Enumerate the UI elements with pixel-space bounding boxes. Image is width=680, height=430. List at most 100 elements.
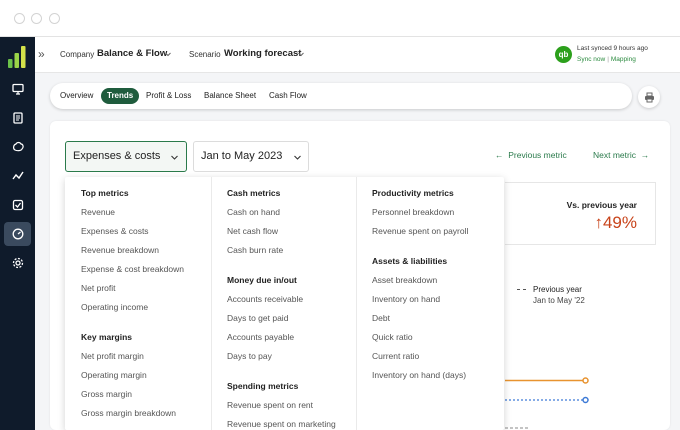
window-maximize-dot[interactable] [49,13,60,24]
menu-item-days-to-get-paid[interactable]: Days to get paid [227,313,288,323]
sidebar-item-insights[interactable] [4,135,31,159]
mapping-link[interactable]: Mapping [611,56,636,63]
menu-item-revenue[interactable]: Revenue [81,207,115,217]
brain-icon [12,141,24,152]
trend-chart [505,377,589,429]
company-label: Company [60,50,95,59]
chevron-down-icon[interactable] [164,50,172,58]
previous-series-point[interactable] [582,396,589,404]
sidebar-item-tasks[interactable] [4,193,31,217]
menu-item-accounts-payable[interactable]: Accounts payable [227,332,294,342]
previous-metric-label: Previous metric [508,150,567,160]
trend-line-icon [11,171,24,180]
comparison-percent: 49% [602,213,637,232]
next-metric-label: Next metric [593,150,636,160]
menu-item-inventory-on-hand-days[interactable]: Inventory on hand (days) [372,370,466,380]
sync-status: Last synced 9 hours ago [577,45,648,52]
sidebar-item-metrics[interactable] [4,222,31,246]
sidebar-item-dashboard[interactable] [4,77,31,101]
menu-item-current-ratio[interactable]: Current ratio [372,351,419,361]
top-bar: » Company Balance & Flow Scenario Workin… [35,37,680,73]
tab-profit-loss[interactable]: Profit & Loss [140,88,197,104]
comparison-value: ↑49% [594,213,637,233]
sidebar-item-trends[interactable] [4,164,31,188]
expand-sidebar-icon[interactable]: » [38,47,45,61]
date-range-dropdown[interactable]: Jan to May 2023 [193,141,309,172]
sidebar-item-settings[interactable] [4,251,31,275]
document-icon [12,112,23,124]
menu-item-net-profit-margin[interactable]: Net profit margin [81,351,144,361]
menu-heading-key-margins: Key margins [81,332,133,342]
tab-trends[interactable]: Trends [101,88,140,104]
menu-column-2: Cash metrics Cash on hand Net cash flow … [211,177,356,430]
date-range-value: Jan to May 2023 [201,150,283,162]
menu-heading-spending-metrics: Spending metrics [227,381,299,391]
tab-bar: Overview Trends Profit & Loss Balance Sh… [50,83,632,109]
sidebar-item-reports[interactable] [4,106,31,130]
menu-item-quick-ratio[interactable]: Quick ratio [372,332,413,342]
menu-item-operating-income[interactable]: Operating income [81,302,148,312]
current-series-point[interactable] [582,377,589,384]
chevron-down-icon [171,155,178,160]
tab-overview[interactable]: Overview [54,88,99,104]
company-selector[interactable]: Balance & Flow [97,48,167,59]
menu-item-cash-on-hand[interactable]: Cash on hand [227,207,280,217]
metric-dropdown[interactable]: Expenses & costs [65,141,187,172]
menu-heading-assets-liabilities: Assets & liabilities [372,256,448,266]
menu-item-expense-cost-breakdown[interactable]: Expense & cost breakdown [81,264,184,274]
menu-item-revenue-spent-on-marketing[interactable]: Revenue spent on marketing [227,419,336,429]
legend-previous-year: Previous year [533,285,582,294]
gear-icon [12,257,23,269]
menu-heading-productivity-metrics: Productivity metrics [372,188,454,198]
gauge-icon [12,228,23,240]
legend-previous-range: Jan to May '22 [533,296,585,305]
menu-heading-top-metrics: Top metrics [81,188,129,198]
arrow-up-icon: ↑ [594,213,603,232]
scenario-selector[interactable]: Working forecast [224,48,301,59]
menu-item-net-cash-flow[interactable]: Net cash flow [227,226,278,236]
window-close-dot[interactable] [14,13,25,24]
tab-cash-flow[interactable]: Cash Flow [263,88,313,104]
chevron-down-icon [294,155,301,160]
menu-heading-money-due: Money due in/out [227,275,297,285]
menu-item-asset-breakdown[interactable]: Asset breakdown [372,275,437,285]
menu-item-debt[interactable]: Debt [372,313,390,323]
legend-dashed-line [517,289,526,291]
window-minimize-dot[interactable] [31,13,42,24]
menu-item-expenses-costs[interactable]: Expenses & costs [81,226,149,236]
menu-item-gross-margin-breakdown[interactable]: Gross margin breakdown [81,408,176,418]
checkbox-icon [12,199,23,211]
menu-item-accounts-receivable[interactable]: Accounts receivable [227,294,303,304]
window-titlebar [0,0,680,37]
menu-item-cash-burn-rate[interactable]: Cash burn rate [227,245,283,255]
menu-item-days-to-pay[interactable]: Days to pay [227,351,272,361]
menu-heading-cash-metrics: Cash metrics [227,188,281,198]
link-separator: | [607,56,609,63]
menu-item-revenue-spent-on-rent[interactable]: Revenue spent on rent [227,400,313,410]
app-logo-icon[interactable] [6,45,28,69]
monitor-icon [11,83,24,95]
menu-item-inventory-on-hand[interactable]: Inventory on hand [372,294,440,304]
arrow-left-icon: ← [495,150,504,160]
sync-now-link[interactable]: Sync now [577,56,605,63]
previous-metric-link[interactable]: ← Previous metric [495,150,567,160]
print-button[interactable] [638,86,660,108]
menu-item-personnel-breakdown[interactable]: Personnel breakdown [372,207,454,217]
quickbooks-logo-icon: qb [555,46,572,63]
menu-item-revenue-breakdown[interactable]: Revenue breakdown [81,245,159,255]
tab-balance-sheet[interactable]: Balance Sheet [198,88,262,104]
menu-column-3: Productivity metrics Personnel breakdown… [356,177,504,430]
sync-links: Sync now | Mapping [577,56,636,63]
menu-column-1: Top metrics Revenue Expenses & costs Rev… [65,177,211,430]
printer-icon [644,92,654,102]
menu-item-operating-margin[interactable]: Operating margin [81,370,147,380]
chevron-down-icon[interactable] [297,50,305,58]
menu-item-net-profit[interactable]: Net profit [81,283,116,293]
arrow-right-icon: → [640,150,650,160]
menu-item-gross-margin[interactable]: Gross margin [81,389,132,399]
metric-menu: Top metrics Revenue Expenses & costs Rev… [65,177,504,430]
scenario-label: Scenario [189,50,221,59]
menu-item-revenue-spent-on-payroll[interactable]: Revenue spent on payroll [372,226,468,236]
next-metric-link[interactable]: Next metric → [593,150,649,160]
comparison-stat: Vs. previous year ↑49% [505,182,656,245]
